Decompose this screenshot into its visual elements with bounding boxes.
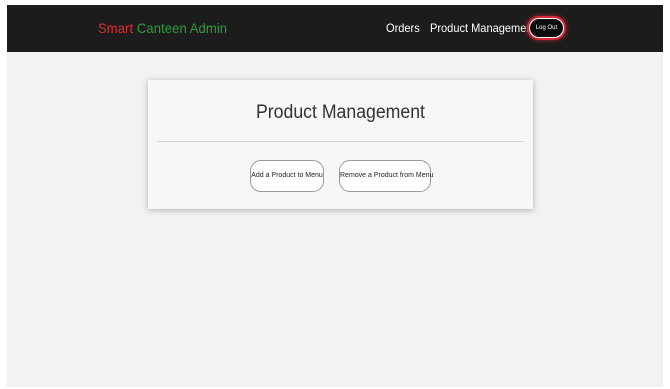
nav-link-product-management[interactable]: Product Management — [430, 21, 536, 35]
add-product-button[interactable]: Add a Product to Menu — [250, 160, 324, 192]
brand-canteen-admin-text: Canteen Admin — [133, 20, 228, 36]
logout-button[interactable]: Log Out — [529, 18, 564, 38]
page-title: Product Management — [256, 102, 425, 123]
remove-product-button[interactable]: Remove a Product from Menu — [339, 160, 433, 192]
title-divider — [157, 141, 524, 142]
product-management-card: Product Management Add a Product to Menu… — [148, 80, 533, 209]
brand-smart-text: Smart — [98, 20, 134, 36]
top-navbar: Smart Canteen Admin Orders Product Manag… — [7, 5, 663, 52]
app-window: Smart Canteen Admin Orders Product Manag… — [7, 5, 663, 387]
nav-link-orders[interactable]: Orders — [386, 21, 420, 35]
brand-logo[interactable]: Smart Canteen Admin — [98, 20, 227, 36]
